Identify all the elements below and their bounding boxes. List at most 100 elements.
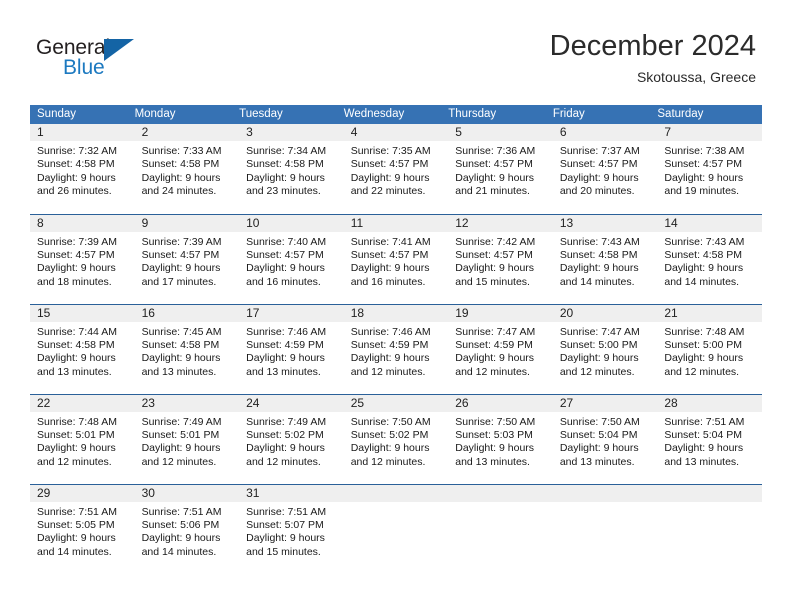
daylight-line1: Daylight: 9 hours <box>559 262 639 275</box>
day-number: 16 <box>134 304 240 322</box>
day-cell[interactable]: 7 Sunrise: 7:38 AM Sunset: 4:57 PM Dayli… <box>657 124 762 214</box>
day-cell[interactable]: 6 Sunrise: 7:37 AM Sunset: 4:57 PM Dayli… <box>552 124 658 214</box>
day-cell[interactable]: 10 Sunrise: 7:40 AM Sunset: 4:57 PM Dayl… <box>239 213 344 304</box>
daylight-line2: and 13 minutes. <box>664 455 740 468</box>
weekday-header-sunday: Sunday <box>30 105 135 124</box>
day-cell[interactable]: 2 Sunrise: 7:33 AM Sunset: 4:58 PM Dayli… <box>134 124 240 214</box>
day-cell[interactable]: 8 Sunrise: 7:39 AM Sunset: 4:57 PM Dayli… <box>30 213 135 304</box>
day-details: Sunrise: 7:47 AM Sunset: 4:59 PM Dayligh… <box>448 322 553 380</box>
day-details: Sunrise: 7:43 AM Sunset: 4:58 PM Dayligh… <box>657 232 762 290</box>
sunset-text: Sunset: 4:57 PM <box>350 158 429 171</box>
daylight-line1: Daylight: 9 hours <box>37 262 116 275</box>
day-cell[interactable]: 22 Sunrise: 7:48 AM Sunset: 5:01 PM Dayl… <box>30 393 135 484</box>
day-cell[interactable]: 24 Sunrise: 7:49 AM Sunset: 5:02 PM Dayl… <box>239 393 344 484</box>
sunrise-text: Sunrise: 7:51 AM <box>664 415 745 428</box>
day-cell[interactable]: 21 Sunrise: 7:48 AM Sunset: 5:00 PM Dayl… <box>657 303 762 394</box>
daylight-line1: Daylight: 9 hours <box>246 442 325 455</box>
day-details: Sunrise: 7:50 AM Sunset: 5:04 PM Dayligh… <box>553 412 658 470</box>
daylight-line1: Daylight: 9 hours <box>141 532 221 545</box>
day-cell[interactable]: 20 Sunrise: 7:47 AM Sunset: 5:00 PM Dayl… <box>552 303 658 394</box>
day-cell[interactable]: 14 Sunrise: 7:43 AM Sunset: 4:58 PM Dayl… <box>657 213 762 304</box>
day-number: 8 <box>30 214 135 232</box>
day-number: 10 <box>239 214 344 232</box>
day-cell[interactable]: 26 Sunrise: 7:50 AM Sunset: 5:03 PM Dayl… <box>448 393 553 484</box>
day-cell[interactable]: 25 Sunrise: 7:50 AM Sunset: 5:02 PM Dayl… <box>343 393 449 484</box>
sunrise-text: Sunrise: 7:35 AM <box>350 145 431 157</box>
day-cell[interactable]: 27 Sunrise: 7:50 AM Sunset: 5:04 PM Dayl… <box>552 393 658 484</box>
day-details: Sunrise: 7:50 AM Sunset: 5:03 PM Dayligh… <box>448 412 553 470</box>
sunset-text: Sunset: 4:57 PM <box>455 158 533 171</box>
daylight-line1: Daylight: 9 hours <box>246 352 325 365</box>
sunrise-text: Sunrise: 7:51 AM <box>141 505 222 518</box>
daylight-line2: and 21 minutes. <box>455 185 530 198</box>
day-number: 11 <box>343 214 449 232</box>
weekday-header-thursday: Thursday <box>448 105 553 124</box>
day-number <box>552 484 658 502</box>
day-cell[interactable]: 11 Sunrise: 7:41 AM Sunset: 4:57 PM Dayl… <box>343 213 449 304</box>
day-cell[interactable]: 4 Sunrise: 7:35 AM Sunset: 4:57 PM Dayli… <box>343 124 449 214</box>
week-row: 22 Sunrise: 7:48 AM Sunset: 5:01 PM Dayl… <box>30 393 762 484</box>
day-cell[interactable]: 9 Sunrise: 7:39 AM Sunset: 4:57 PM Dayli… <box>134 213 240 304</box>
day-cell[interactable]: 3 Sunrise: 7:34 AM Sunset: 4:58 PM Dayli… <box>239 124 344 214</box>
day-number: 21 <box>657 304 762 322</box>
sunset-text: Sunset: 4:58 PM <box>246 158 324 171</box>
day-cell[interactable]: 15 Sunrise: 7:44 AM Sunset: 4:58 PM Dayl… <box>30 303 135 394</box>
day-cell[interactable]: 30 Sunrise: 7:51 AM Sunset: 5:06 PM Dayl… <box>134 483 240 574</box>
day-number: 27 <box>552 394 658 412</box>
day-cell[interactable]: 1 Sunrise: 7:32 AM Sunset: 4:58 PM Dayli… <box>30 124 135 214</box>
day-number: 4 <box>343 124 449 141</box>
day-number: 6 <box>552 124 658 141</box>
day-cell[interactable]: 12 Sunrise: 7:42 AM Sunset: 4:57 PM Dayl… <box>448 213 553 304</box>
daylight-line2: and 20 minutes. <box>559 185 635 198</box>
day-cell[interactable]: 13 Sunrise: 7:43 AM Sunset: 4:58 PM Dayl… <box>552 213 658 304</box>
day-cell[interactable]: 28 Sunrise: 7:51 AM Sunset: 5:04 PM Dayl… <box>657 393 762 484</box>
day-details: Sunrise: 7:35 AM Sunset: 4:57 PM Dayligh… <box>344 141 449 199</box>
day-details: Sunrise: 7:51 AM Sunset: 5:06 PM Dayligh… <box>135 502 240 560</box>
daylight-line1: Daylight: 9 hours <box>455 352 535 365</box>
sunrise-text: Sunrise: 7:44 AM <box>37 325 117 338</box>
daylight-line2: and 12 minutes. <box>37 455 112 468</box>
day-details: Sunrise: 7:33 AM Sunset: 4:58 PM Dayligh… <box>135 141 240 199</box>
sunset-text: Sunset: 4:59 PM <box>350 338 429 351</box>
daylight-line2: and 13 minutes. <box>559 455 635 468</box>
sunrise-text: Sunrise: 7:33 AM <box>141 145 222 157</box>
sunrise-text: Sunrise: 7:50 AM <box>350 415 431 428</box>
day-number: 25 <box>343 394 449 412</box>
day-details: Sunrise: 7:39 AM Sunset: 4:57 PM Dayligh… <box>135 232 240 290</box>
sunset-text: Sunset: 5:01 PM <box>141 428 220 441</box>
daylight-line2: and 17 minutes. <box>141 275 217 288</box>
sunrise-text: Sunrise: 7:48 AM <box>664 325 745 338</box>
day-cell[interactable]: 17 Sunrise: 7:46 AM Sunset: 4:59 PM Dayl… <box>239 303 344 394</box>
sunrise-text: Sunrise: 7:49 AM <box>141 415 222 428</box>
day-cell[interactable]: 31 Sunrise: 7:51 AM Sunset: 5:07 PM Dayl… <box>239 483 344 574</box>
day-cell[interactable]: 16 Sunrise: 7:45 AM Sunset: 4:58 PM Dayl… <box>134 303 240 394</box>
day-number: 20 <box>552 304 658 322</box>
daylight-line1: Daylight: 9 hours <box>246 262 325 275</box>
daylight-line1: Daylight: 9 hours <box>559 442 639 455</box>
sunset-text: Sunset: 5:02 PM <box>350 428 429 441</box>
day-cell[interactable]: 5 Sunrise: 7:36 AM Sunset: 4:57 PM Dayli… <box>448 124 553 214</box>
day-details: Sunrise: 7:39 AM Sunset: 4:57 PM Dayligh… <box>30 232 135 290</box>
sunrise-text: Sunrise: 7:46 AM <box>350 325 431 338</box>
sunrise-text: Sunrise: 7:43 AM <box>664 235 745 248</box>
day-details: Sunrise: 7:49 AM Sunset: 5:01 PM Dayligh… <box>135 412 240 470</box>
day-cell[interactable]: 29 Sunrise: 7:51 AM Sunset: 5:05 PM Dayl… <box>30 483 135 574</box>
daylight-line2: and 24 minutes. <box>141 185 217 198</box>
day-cell[interactable]: 19 Sunrise: 7:47 AM Sunset: 4:59 PM Dayl… <box>448 303 553 394</box>
sunrise-text: Sunrise: 7:36 AM <box>455 145 536 157</box>
daylight-line2: and 12 minutes. <box>664 365 740 378</box>
day-number: 29 <box>30 484 135 502</box>
daylight-line1: Daylight: 9 hours <box>455 262 535 275</box>
sunrise-text: Sunrise: 7:46 AM <box>246 325 327 338</box>
day-number: 28 <box>657 394 762 412</box>
day-number: 17 <box>239 304 344 322</box>
sunset-text: Sunset: 5:04 PM <box>559 428 638 441</box>
day-number: 18 <box>343 304 449 322</box>
daylight-line1: Daylight: 9 hours <box>664 262 744 275</box>
daylight-line1: Daylight: 9 hours <box>246 171 325 184</box>
day-details: Sunrise: 7:38 AM Sunset: 4:57 PM Dayligh… <box>657 141 762 199</box>
day-cell[interactable]: 23 Sunrise: 7:49 AM Sunset: 5:01 PM Dayl… <box>134 393 240 484</box>
day-details: Sunrise: 7:40 AM Sunset: 4:57 PM Dayligh… <box>239 232 344 290</box>
day-details: Sunrise: 7:49 AM Sunset: 5:02 PM Dayligh… <box>239 412 344 470</box>
day-cell[interactable]: 18 Sunrise: 7:46 AM Sunset: 4:59 PM Dayl… <box>343 303 449 394</box>
